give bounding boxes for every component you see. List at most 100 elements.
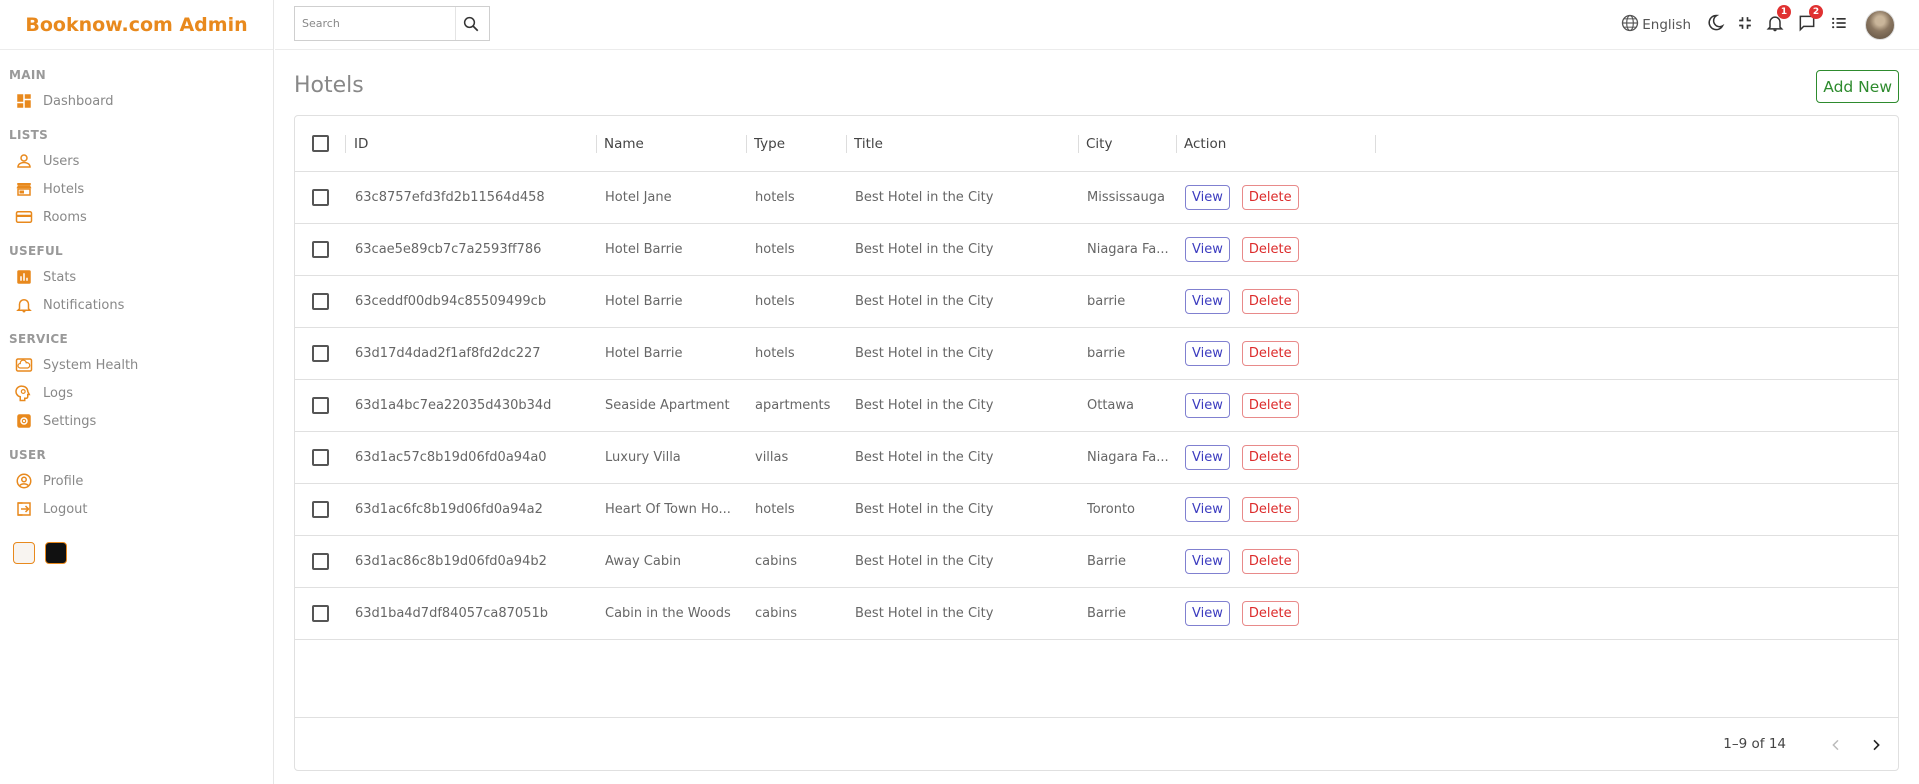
column-header-action[interactable]: Action: [1184, 116, 1226, 171]
hotels-table: ID Name Type Title City Action 63c8757efd3fd2…: [294, 115, 1899, 771]
delete-button[interactable]: Delete: [1241, 601, 1299, 626]
sidebar-item-system-health[interactable]: System Health: [9, 354, 273, 376]
view-button[interactable]: View: [1185, 289, 1230, 314]
view-button[interactable]: View: [1185, 341, 1230, 366]
view-button[interactable]: View: [1185, 549, 1230, 574]
view-button[interactable]: View: [1185, 393, 1230, 418]
row-checkbox[interactable]: [312, 553, 329, 570]
table-row[interactable]: 63d1a4bc7ea22035d430b34d Seaside Apartmen…: [295, 380, 1898, 432]
row-checkbox[interactable]: [312, 189, 329, 206]
delete-button[interactable]: Delete: [1241, 289, 1299, 314]
sidebar-item-logout[interactable]: Logout: [9, 498, 273, 520]
row-checkbox[interactable]: [312, 293, 329, 310]
sidebar-item-profile[interactable]: Profile: [9, 470, 273, 492]
view-button[interactable]: View: [1185, 601, 1230, 626]
sidebar-item-hotels[interactable]: Hotels: [9, 178, 273, 200]
column-separator[interactable]: [596, 135, 597, 153]
fullscreen-exit-button[interactable]: [1735, 13, 1755, 37]
language-selector[interactable]: English: [1620, 13, 1691, 37]
cell-action: View Delete: [1185, 432, 1299, 483]
row-checkbox[interactable]: [312, 501, 329, 518]
sidebar-section-title: USEFUL: [9, 244, 63, 258]
credit-card-icon: [15, 208, 33, 226]
app-logo[interactable]: Booknow.com Admin: [25, 14, 247, 36]
delete-button[interactable]: Delete: [1241, 497, 1299, 522]
next-page-button[interactable]: [1864, 733, 1888, 757]
view-button[interactable]: View: [1185, 445, 1230, 470]
previous-page-button[interactable]: [1824, 733, 1848, 757]
table-header: ID Name Type Title City Action: [295, 116, 1898, 172]
cell-action: View Delete: [1185, 536, 1299, 587]
dark-mode-toggle[interactable]: [1705, 13, 1725, 37]
row-checkbox[interactable]: [312, 241, 329, 258]
column-separator[interactable]: [1375, 135, 1376, 153]
row-checkbox[interactable]: [312, 397, 329, 414]
row-select-cell: [312, 276, 329, 327]
table-row[interactable]: 63c8757efd3fd2b11564d458 Hotel Jane hotels…: [295, 172, 1898, 224]
list-icon: [1829, 13, 1849, 37]
column-separator[interactable]: [1078, 135, 1079, 153]
delete-button[interactable]: Delete: [1241, 445, 1299, 470]
row-checkbox[interactable]: [312, 449, 329, 466]
cell-type: hotels: [755, 242, 795, 257]
sidebar-item-users[interactable]: Users: [9, 150, 273, 172]
column-separator[interactable]: [345, 135, 346, 153]
sidebar-item-settings[interactable]: Settings: [9, 410, 273, 432]
row-checkbox[interactable]: [312, 605, 329, 622]
column-header-name[interactable]: Name: [604, 116, 644, 171]
column-header-title[interactable]: Title: [854, 116, 883, 171]
view-button[interactable]: View: [1185, 237, 1230, 262]
column-separator[interactable]: [1176, 135, 1177, 153]
sidebar-item-dashboard[interactable]: Dashboard: [9, 90, 273, 112]
delete-button[interactable]: Delete: [1241, 549, 1299, 574]
row-select-cell: [312, 380, 329, 431]
view-button[interactable]: View: [1185, 497, 1230, 522]
theme-swatch-light[interactable]: [13, 542, 35, 564]
view-button[interactable]: View: [1185, 185, 1230, 210]
sidebar-item-notifications[interactable]: Notifications: [9, 294, 273, 316]
column-header-type[interactable]: Type: [754, 116, 785, 171]
row-checkbox[interactable]: [312, 345, 329, 362]
row-select-cell: [312, 536, 329, 587]
add-new-button[interactable]: Add New: [1816, 70, 1899, 103]
avatar[interactable]: [1865, 10, 1895, 40]
table-row[interactable]: 63d1ac86c8b19d06fd0a94b2 Away Cabin cabins…: [295, 536, 1898, 588]
delete-button[interactable]: Delete: [1241, 393, 1299, 418]
delete-button[interactable]: Delete: [1241, 341, 1299, 366]
cell-action: View Delete: [1185, 328, 1299, 379]
table-row[interactable]: 63ceddf00db94c85509499cb Hotel Barrie hote…: [295, 276, 1898, 328]
column-header-id[interactable]: ID: [354, 116, 368, 171]
sidebar-item-rooms[interactable]: Rooms: [9, 206, 273, 228]
messages-button[interactable]: 2: [1797, 5, 1823, 37]
cell-action: View Delete: [1185, 172, 1299, 223]
cell-name: Luxury Villa: [605, 450, 681, 465]
cell-city: Niagara Fa...: [1087, 242, 1169, 257]
main-content: Hotels Add New ID Name Type Title City Action…: [275, 51, 1919, 784]
person-icon: [15, 152, 33, 170]
sidebar-item-logs[interactable]: Logs: [9, 382, 273, 404]
delete-button[interactable]: Delete: [1241, 185, 1299, 210]
cell-id: 63d1ac57c8b19d06fd0a94a0: [355, 450, 547, 465]
column-separator[interactable]: [746, 135, 747, 153]
table-row[interactable]: 63d1ba4d7df84057ca87051b Cabin in the Woo…: [295, 588, 1898, 640]
search-icon[interactable]: [455, 7, 485, 40]
navbar-actions: English 1 2: [1610, 5, 1895, 40]
cell-title: Best Hotel in the City: [855, 346, 994, 361]
table-row[interactable]: 63cae5e89cb7c7a2593ff786 Hotel Barrie hote…: [295, 224, 1898, 276]
select-all-checkbox[interactable]: [312, 135, 329, 152]
cell-type: apartments: [755, 398, 831, 413]
table-row[interactable]: 63d17d4dad2f1af8fd2dc227 Hotel Barrie hote…: [295, 328, 1898, 380]
column-separator[interactable]: [846, 135, 847, 153]
list-menu-button[interactable]: [1829, 13, 1849, 37]
cell-type: cabins: [755, 606, 797, 621]
sidebar-item-stats[interactable]: Stats: [9, 266, 273, 288]
delete-button[interactable]: Delete: [1241, 237, 1299, 262]
column-header-city[interactable]: City: [1086, 116, 1112, 171]
table-row[interactable]: 63d1ac57c8b19d06fd0a94a0 Luxury Villa vill…: [295, 432, 1898, 484]
theme-swatch-dark[interactable]: [45, 542, 67, 564]
notifications-button[interactable]: 1: [1765, 5, 1791, 37]
sidebar-section-title: LISTS: [9, 128, 49, 142]
search-input[interactable]: [295, 17, 455, 30]
table-row[interactable]: 63d1ac6fc8b19d06fd0a94a2 Heart Of Town Ho…: [295, 484, 1898, 536]
cell-action: View Delete: [1185, 276, 1299, 327]
